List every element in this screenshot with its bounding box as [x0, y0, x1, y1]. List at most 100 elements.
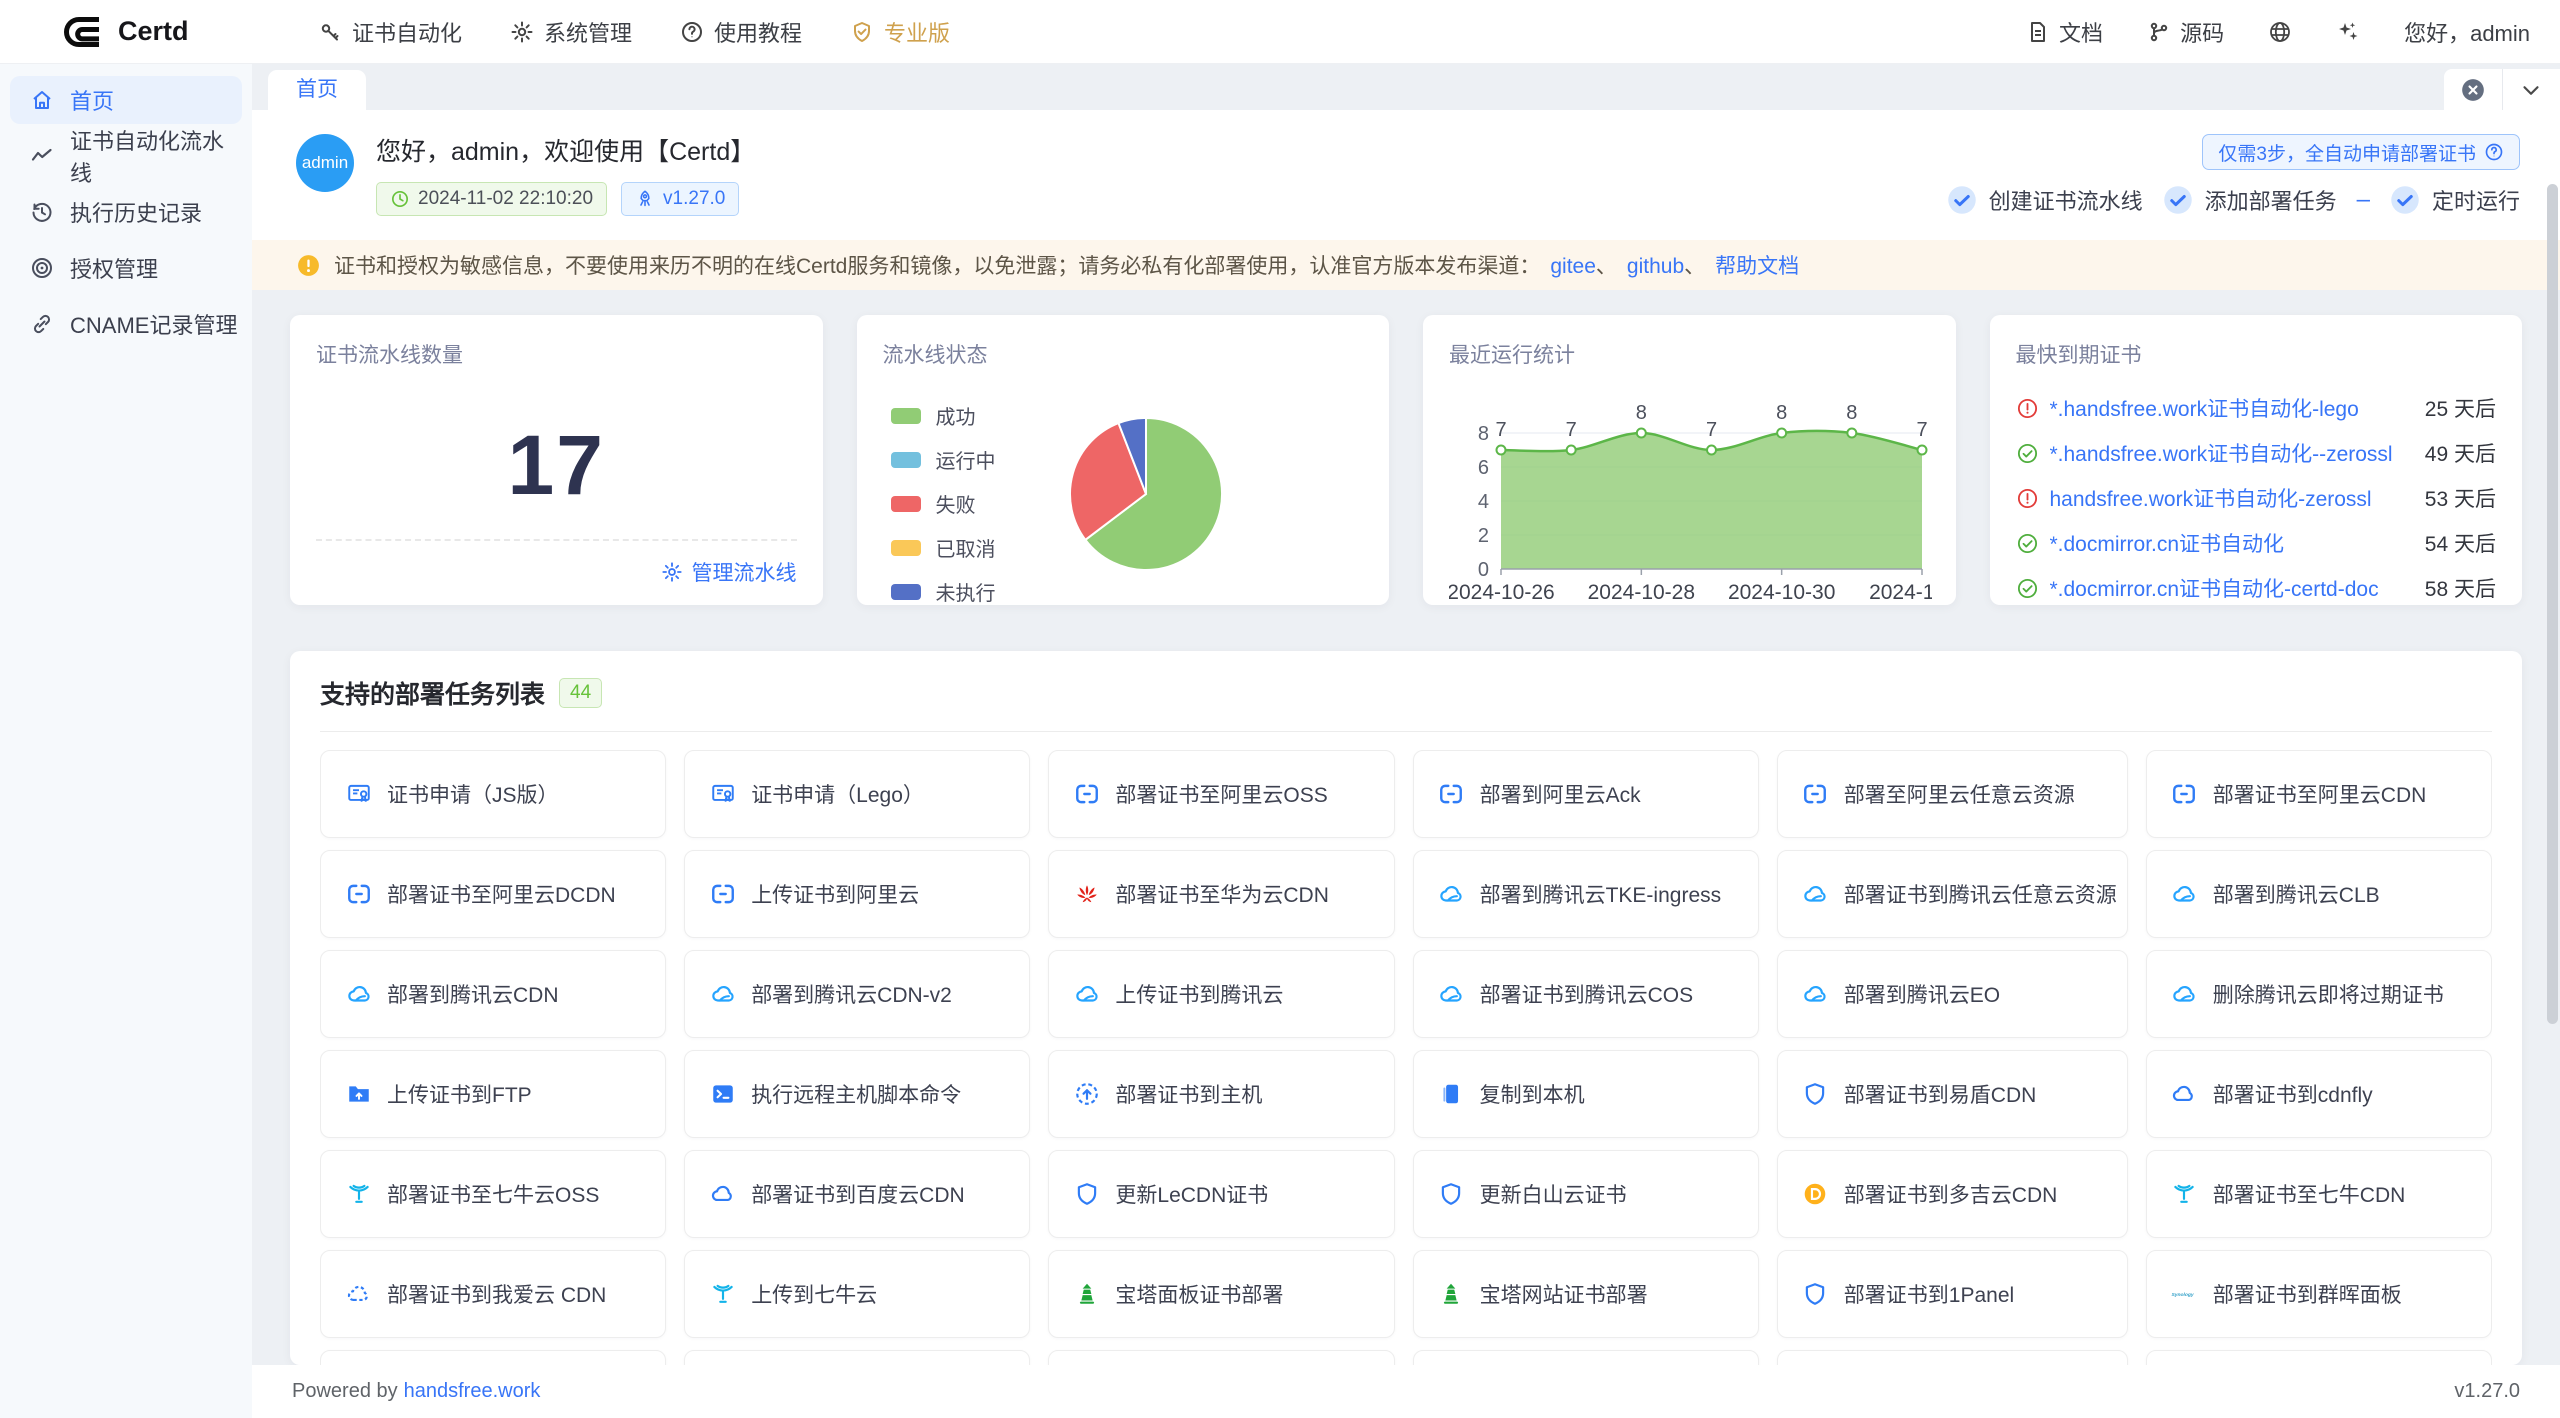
- tab-home[interactable]: 首页: [268, 70, 366, 110]
- scrollbar-thumb[interactable]: [2547, 184, 2558, 1024]
- task-card[interactable]: 部署证书至阿里云CDN: [2146, 750, 2492, 838]
- task-label: 部署到腾讯云TKE-ingress: [1480, 879, 1732, 909]
- version-badge[interactable]: v1.27.0: [621, 182, 739, 216]
- task-card[interactable]: 部署证书到我爱云 CDN: [320, 1250, 666, 1338]
- alert-link-帮助文档[interactable]: 帮助文档: [1715, 255, 1799, 278]
- cert-name-link[interactable]: *.handsfree.work证书自动化-lego: [2050, 393, 2406, 423]
- task-card[interactable]: 部署证书至七牛云OSS: [320, 1150, 666, 1238]
- task-card[interactable]: 部署证书至华为云CDN: [1048, 850, 1394, 938]
- alert-link-github[interactable]: github: [1627, 255, 1684, 278]
- close-tabs-button[interactable]: [2444, 69, 2502, 110]
- task-card[interactable]: 上传证书到阿里云: [684, 850, 1030, 938]
- task-card[interactable]: 部署证书至阿里云DCDN: [320, 850, 666, 938]
- task-card-partial[interactable]: [1777, 1350, 2128, 1365]
- task-card[interactable]: 部署证书到腾讯云COS: [1413, 950, 1759, 1038]
- language-globe-icon[interactable]: [2268, 20, 2292, 44]
- close-circle-icon: [2460, 77, 2486, 103]
- alert-link-gitee[interactable]: gitee: [1550, 255, 1596, 278]
- sidebar-item-pipelines[interactable]: 证书自动化流水线: [10, 132, 242, 180]
- certd-dashboard: Certd 证书自动化 系统管理 使用教程 专业版 文: [0, 0, 2560, 1418]
- tasks-grid: 证书申请（JS版）证书申请（Lego）部署证书至阿里云OSS部署到阿里云Ack部…: [320, 750, 2492, 1365]
- menu-cert-automation[interactable]: 证书自动化: [318, 16, 462, 48]
- task-card[interactable]: 部署证书到主机: [1048, 1050, 1394, 1138]
- task-card[interactable]: 上传证书到FTP: [320, 1050, 666, 1138]
- svg-text:4: 4: [1478, 491, 1489, 513]
- theme-sparkles-icon[interactable]: [2336, 20, 2360, 44]
- task-card-partial[interactable]: [1413, 1350, 1759, 1365]
- sidebar-item-auth[interactable]: 授权管理: [10, 244, 242, 292]
- task-card[interactable]: 部署到阿里云Ack: [1413, 750, 1759, 838]
- menu-tutorial[interactable]: 使用教程: [680, 16, 802, 48]
- task-card[interactable]: 宝塔网站证书部署: [1413, 1250, 1759, 1338]
- task-card[interactable]: 部署证书到易盾CDN: [1777, 1050, 2128, 1138]
- error-circle-icon: [2016, 397, 2039, 420]
- task-label: 部署证书到腾讯云任意云资源: [1844, 879, 2127, 909]
- task-card[interactable]: 部署到腾讯云EO: [1777, 950, 2128, 1038]
- handsfree-link[interactable]: handsfree.work: [404, 1380, 541, 1403]
- task-card[interactable]: 部署到腾讯云CDN: [320, 950, 666, 1038]
- legend-chip: [891, 540, 921, 556]
- legend-item-成功[interactable]: 成功: [891, 401, 996, 430]
- task-card-partial[interactable]: [2146, 1350, 2492, 1365]
- brand[interactable]: Certd: [0, 12, 252, 52]
- task-card-partial[interactable]: [1048, 1350, 1394, 1365]
- recent-runs-chart: 0246877878872024-10-262024-10-282024-10-…: [1449, 371, 1932, 601]
- step-add-deploy-task[interactable]: 添加部署任务: [2163, 184, 2337, 216]
- security-alert: 证书和授权为敏感信息，不要使用来历不明的在线Certd服务和镜像，以免泄露；请务…: [252, 240, 2560, 290]
- task-card[interactable]: 删除腾讯云即将过期证书: [2146, 950, 2492, 1038]
- menu-pro-edition[interactable]: 专业版: [850, 16, 950, 48]
- legend-item-已取消[interactable]: 已取消: [891, 533, 996, 562]
- shield-icon: [1073, 1181, 1100, 1207]
- task-label: 部署证书到cdnfly: [2213, 1079, 2383, 1109]
- tab-menu-button[interactable]: [2502, 69, 2560, 110]
- manage-pipelines-link[interactable]: 管理流水线: [661, 557, 797, 587]
- avatar[interactable]: admin: [296, 134, 354, 192]
- cert-name-link[interactable]: *.docmirror.cn证书自动化-certd-doc: [2050, 573, 2406, 603]
- docs-link[interactable]: 文档: [2026, 16, 2103, 48]
- task-card[interactable]: 上传到七牛云: [684, 1250, 1030, 1338]
- copy-file-icon: [1438, 1081, 1465, 1107]
- task-card[interactable]: 宝塔面板证书部署: [1048, 1250, 1394, 1338]
- cert-name-link[interactable]: *.handsfree.work证书自动化--zerossl: [2050, 438, 2406, 468]
- aliyun-icon: [709, 881, 736, 907]
- cert-days-left: 25 天后: [2425, 393, 2496, 423]
- task-card[interactable]: 证书申请（JS版）: [320, 750, 666, 838]
- task-card[interactable]: 更新LeCDN证书: [1048, 1150, 1394, 1238]
- task-card[interactable]: 部署证书到cdnfly: [2146, 1050, 2492, 1138]
- task-card[interactable]: 部署证书到百度云CDN: [684, 1150, 1030, 1238]
- task-card[interactable]: 执行远程主机脚本命令: [684, 1050, 1030, 1138]
- scrollbar-track[interactable]: [2547, 114, 2558, 1362]
- task-card[interactable]: 部署证书到腾讯云任意云资源: [1777, 850, 2128, 938]
- task-card[interactable]: 部署到腾讯云CLB: [2146, 850, 2492, 938]
- three-steps-tip[interactable]: 仅需3步，全自动申请部署证书: [2202, 134, 2520, 170]
- task-card-partial[interactable]: [684, 1350, 1030, 1365]
- legend-item-失败[interactable]: 失败: [891, 489, 996, 518]
- sidebar-item-home[interactable]: 首页: [10, 76, 242, 124]
- legend-chip: [891, 452, 921, 468]
- task-card[interactable]: 更新白山云证书: [1413, 1150, 1759, 1238]
- task-card[interactable]: 部署证书至七牛CDN: [2146, 1150, 2492, 1238]
- task-card[interactable]: 上传证书到腾讯云: [1048, 950, 1394, 1038]
- menu-system-settings[interactable]: 系统管理: [510, 16, 632, 48]
- legend-item-运行中[interactable]: 运行中: [891, 445, 996, 474]
- source-code-link[interactable]: 源码: [2147, 16, 2224, 48]
- task-card[interactable]: 部署到腾讯云TKE-ingress: [1413, 850, 1759, 938]
- step-create-pipeline[interactable]: 创建证书流水线: [1947, 184, 2143, 216]
- task-card[interactable]: 部署到腾讯云CDN-v2: [684, 950, 1030, 1038]
- pipeline-count-value: 17: [316, 417, 797, 514]
- sidebar-item-cname[interactable]: CNAME记录管理: [10, 300, 242, 348]
- task-card[interactable]: 复制到本机: [1413, 1050, 1759, 1138]
- step-scheduled-run[interactable]: 定时运行: [2390, 184, 2520, 216]
- task-card[interactable]: 部署证书到1Panel: [1777, 1250, 2128, 1338]
- task-card[interactable]: Synology部署证书到群晖面板: [2146, 1250, 2492, 1338]
- cert-name-link[interactable]: *.docmirror.cn证书自动化: [2050, 528, 2406, 558]
- task-card-partial[interactable]: [320, 1350, 666, 1365]
- task-card[interactable]: 部署至阿里云任意云资源: [1777, 750, 2128, 838]
- cert-name-link[interactable]: handsfree.work证书自动化-zerossl: [2050, 483, 2406, 513]
- task-card[interactable]: 部署证书至阿里云OSS: [1048, 750, 1394, 838]
- task-card[interactable]: 部署证书到多吉云CDN: [1777, 1150, 2128, 1238]
- task-card[interactable]: 证书申请（Lego）: [684, 750, 1030, 838]
- sidebar-item-history[interactable]: 执行历史记录: [10, 188, 242, 236]
- legend-item-未执行[interactable]: 未执行: [891, 577, 996, 605]
- user-greeting[interactable]: 您好，admin: [2404, 16, 2530, 48]
